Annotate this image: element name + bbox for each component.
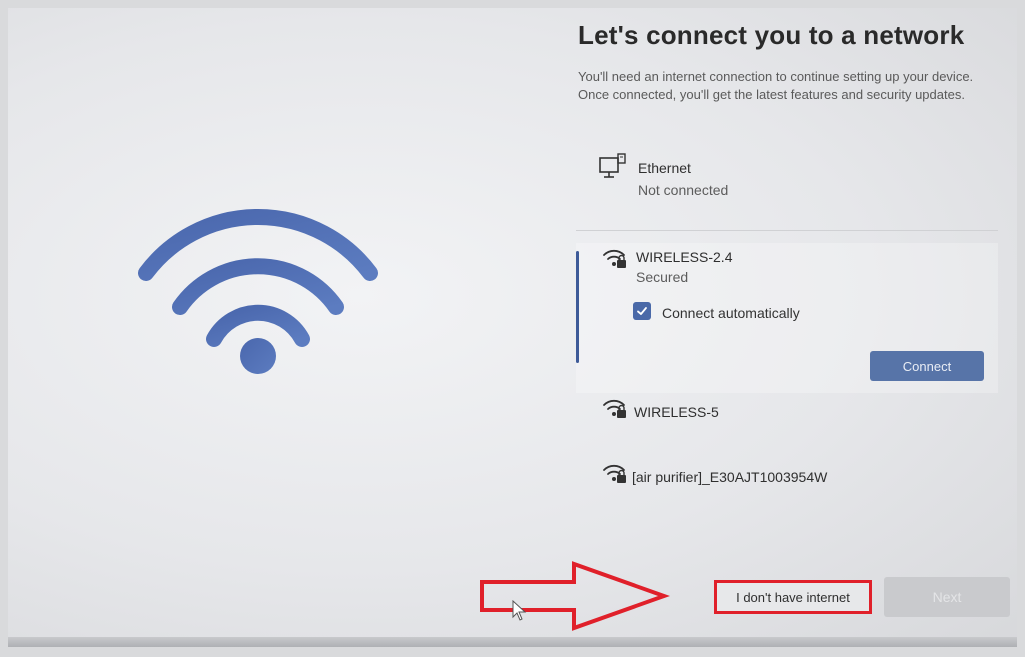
connect-button[interactable]: Connect bbox=[870, 351, 984, 381]
network-status: Secured bbox=[636, 269, 689, 285]
network-name: [air purifier]_E30AJT1003954W bbox=[632, 469, 828, 485]
wifi-secured-icon bbox=[603, 464, 626, 483]
network-item-air-purifier[interactable]: [air purifier]_E30AJT1003954W bbox=[576, 458, 998, 504]
ethernet-icon bbox=[599, 153, 626, 178]
setup-screen: Let's connect you to a network You'll ne… bbox=[8, 8, 1017, 647]
screen-bezel bbox=[8, 637, 1017, 647]
network-name: WIRELESS-2.4 bbox=[636, 249, 733, 265]
page-description: You'll need an internet connection to co… bbox=[578, 69, 974, 102]
ethernet-row[interactable]: Ethernet Not connected bbox=[594, 148, 994, 208]
connect-automatically-label: Connect automatically bbox=[662, 305, 800, 321]
divider bbox=[576, 230, 998, 231]
wifi-illustration-icon bbox=[138, 209, 378, 374]
network-item-wireless-5[interactable]: WIRELESS-5 bbox=[576, 393, 998, 439]
checkmark-icon bbox=[637, 307, 647, 315]
selection-indicator bbox=[576, 251, 579, 363]
ethernet-name: Ethernet bbox=[638, 160, 691, 176]
connect-automatically-checkbox[interactable] bbox=[633, 302, 651, 320]
wifi-secured-icon bbox=[603, 399, 626, 418]
annotation-arrow-icon bbox=[480, 561, 670, 631]
wifi-secured-icon bbox=[603, 249, 626, 268]
next-button[interactable]: Next bbox=[884, 577, 1010, 617]
network-name: WIRELESS-5 bbox=[634, 404, 719, 420]
ethernet-status: Not connected bbox=[638, 182, 729, 198]
page-title: Let's connect you to a network bbox=[578, 20, 965, 50]
no-internet-button[interactable]: I don't have internet bbox=[714, 580, 872, 614]
mouse-cursor-icon bbox=[512, 600, 527, 621]
network-item-selected[interactable]: WIRELESS-2.4 Secured Connect automatical… bbox=[576, 243, 998, 393]
